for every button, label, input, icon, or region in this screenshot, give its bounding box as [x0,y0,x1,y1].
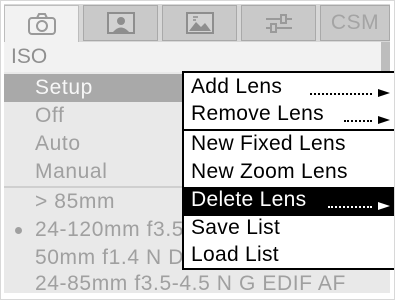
tab-csm-label: CSM [330,11,380,34]
list-item-label: Off [35,104,65,127]
lens-context-menu: Add Lens Remove Lens New Fixed Lens New … [182,71,394,270]
submenu-arrow-icon [378,202,390,210]
camera-menu-screen: CSM ISO Setup Off Auto Manual > 85mm 24-… [0,0,395,300]
menu-item-label: New Zoom Lens [191,160,348,183]
menu-item-add-lens[interactable]: Add Lens [184,74,394,101]
list-item-label: 24-85mm f3.5-4.5 N G EDIF AF [35,272,346,295]
scrollbar[interactable] [381,42,390,72]
tab-csm[interactable]: CSM [320,5,390,41]
landscape-image-icon [184,11,216,35]
menu-item-delete-lens[interactable]: Delete Lens [184,187,394,214]
menu-item-load-list[interactable]: Load List [184,242,394,269]
list-item-lens-24-85[interactable]: 24-85mm f3.5-4.5 N G EDIF AF [4,270,390,298]
menu-item-save-list[interactable]: Save List [184,215,394,242]
menu-item-new-zoom-lens[interactable]: New Zoom Lens [184,159,394,186]
list-item-label: Setup [35,76,93,99]
submenu-arrow-icon [378,116,390,124]
tab-landscape[interactable] [162,5,237,41]
tab-bar: CSM [4,4,390,42]
menu-item-new-fixed-lens[interactable]: New Fixed Lens [184,131,394,158]
settings-sliders-icon [263,11,295,35]
menu-header: ISO [4,42,390,72]
tab-camera[interactable] [4,5,79,42]
leader-dots [328,206,372,208]
list-item-label: 50mm f1.4 N D [35,246,185,269]
menu-item-label: Load List [191,243,279,266]
list-item-label: > 85mm [35,190,116,213]
menu-item-label: Delete Lens [191,188,307,211]
menu-item-remove-lens[interactable]: Remove Lens [184,101,394,128]
list-item-label: Manual [35,160,108,183]
list-item-label: Auto [35,132,81,155]
selected-bullet-icon [15,227,22,234]
leader-dots [310,93,372,95]
menu-item-label: New Fixed Lens [191,132,346,155]
menu-item-label: Add Lens [191,75,283,98]
camera-icon [27,12,57,36]
leader-dots [344,120,372,122]
page-title: ISO [11,45,48,68]
menu-item-label: Save List [191,216,281,239]
submenu-arrow-icon [378,89,390,97]
tab-settings[interactable] [241,5,316,41]
portrait-icon [105,11,137,35]
tab-portrait[interactable] [83,5,158,41]
menu-item-label: Remove Lens [191,102,324,125]
